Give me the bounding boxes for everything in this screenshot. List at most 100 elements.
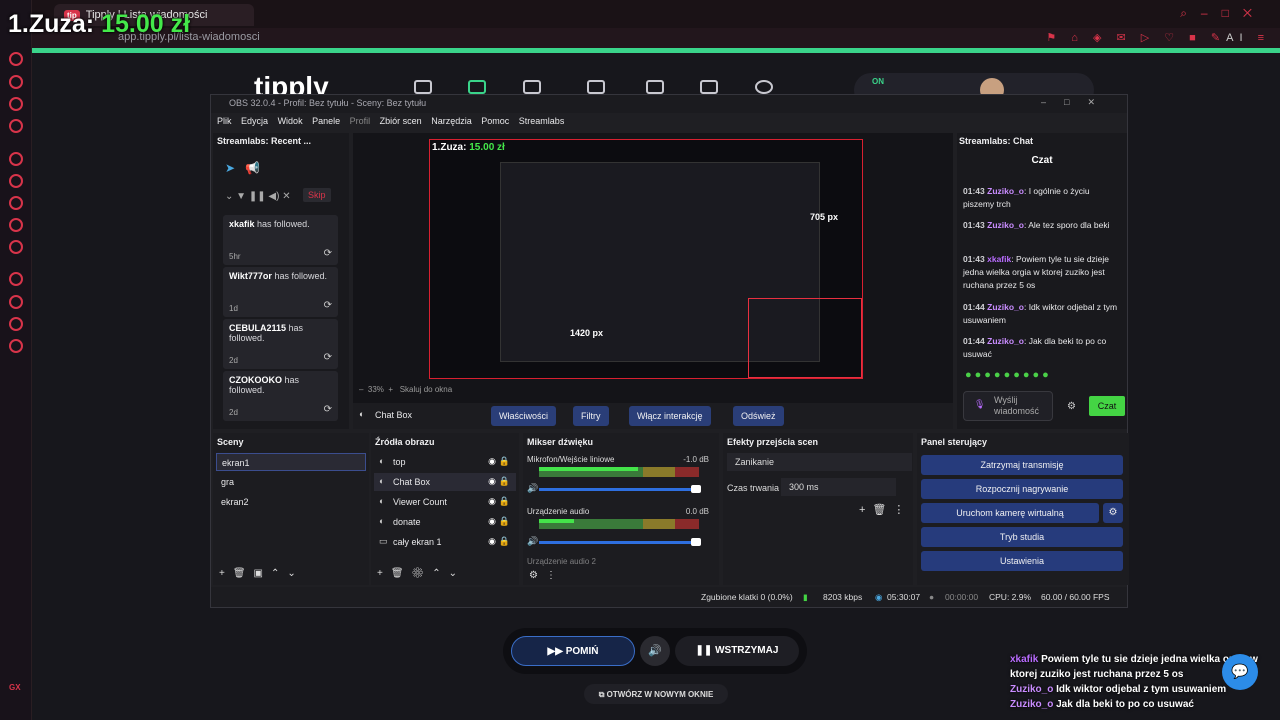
- recent-item[interactable]: Wikt777or has followed. 1d ⟳: [223, 267, 338, 317]
- replay-icon[interactable]: ⟳: [324, 300, 332, 311]
- scene-canvas[interactable]: 1.Zuza: 15.00 zł 1420 px 705 px: [429, 139, 863, 379]
- mute-icon[interactable]: ✕: [282, 191, 290, 202]
- volume-button[interactable]: 🔊: [640, 636, 670, 666]
- speaker-icon[interactable]: 🔊: [527, 536, 538, 547]
- replay-icon[interactable]: ⟳: [324, 248, 332, 259]
- chat-user[interactable]: Zuziko_o: [987, 336, 1024, 346]
- scene-item[interactable]: ekran1: [216, 453, 366, 471]
- replay-icon[interactable]: ⟳: [324, 404, 332, 415]
- emote-bar[interactable]: ●●●●●●●●●: [965, 369, 1052, 381]
- menu-streamlabs[interactable]: Streamlabs: [519, 116, 565, 126]
- speaker-icon[interactable]: 🔊: [527, 483, 538, 494]
- instagram-icon[interactable]: [9, 218, 23, 232]
- menu-plik[interactable]: Plik: [217, 116, 232, 126]
- messenger-icon[interactable]: [9, 174, 23, 188]
- settings-icon[interactable]: [9, 339, 23, 353]
- source-item[interactable]: ▭ cały ekran 1 ◉ 🔒: [374, 533, 516, 551]
- scene-item[interactable]: ekran2: [216, 493, 366, 511]
- messages-nav-icon[interactable]: [468, 80, 486, 94]
- settings-button[interactable]: Ustawienia: [921, 551, 1123, 571]
- chat-settings-icon[interactable]: ⚙: [1067, 401, 1076, 412]
- eye-icon[interactable]: ◉: [488, 536, 496, 547]
- discord-icon[interactable]: [9, 240, 23, 254]
- lock-icon[interactable]: 🔒: [499, 516, 510, 527]
- twitch-icon[interactable]: [9, 97, 23, 111]
- lock-icon[interactable]: 🔒: [499, 456, 510, 467]
- skip-button[interactable]: Skip: [303, 188, 331, 202]
- transition-select[interactable]: Zanikanie: [727, 453, 912, 471]
- scale-select[interactable]: Skaluj do okna: [400, 385, 452, 394]
- edit-nav-icon[interactable]: [587, 80, 605, 94]
- megaphone-icon[interactable]: 📢: [245, 161, 260, 175]
- live-status-badge[interactable]: ON: [872, 77, 884, 86]
- lock-icon[interactable]: 🔒: [499, 536, 510, 547]
- skip-alert-button[interactable]: ▶▶ POMIŃ: [511, 636, 635, 666]
- chat-user[interactable]: Zuziko_o: [987, 220, 1024, 230]
- transition-toolbar[interactable]: +🗑⋮: [859, 503, 911, 516]
- filters-button[interactable]: Filtry: [573, 406, 609, 426]
- lock-icon[interactable]: 🔒: [499, 496, 510, 507]
- open-new-window-button[interactable]: ⧉ OTWÓRZ W NOWYM OKNIE: [584, 684, 728, 704]
- eye-icon[interactable]: ◉: [488, 456, 496, 467]
- obs-window-controls[interactable]: –□✕: [1041, 97, 1113, 108]
- recent-item[interactable]: CZOKOOKO has followed. 2d ⟳: [223, 371, 338, 421]
- virtual-camera-button[interactable]: Uruchom kamerę wirtualną: [921, 503, 1099, 523]
- history-icon[interactable]: [9, 295, 23, 309]
- menu-edycja[interactable]: Edycja: [241, 116, 268, 126]
- send-icon[interactable]: ➤: [225, 161, 235, 175]
- source-item[interactable]: ◐ donate ◉ 🔒: [374, 513, 516, 531]
- studio-mode-button[interactable]: Tryb studia: [921, 527, 1123, 547]
- stop-stream-button[interactable]: Zatrzymaj transmisję: [921, 455, 1123, 475]
- menu-zbior-scen[interactable]: Zbiór scen: [380, 116, 422, 126]
- chevron-down-icon[interactable]: ⌄: [225, 191, 233, 202]
- virtual-camera-settings-icon[interactable]: ⚙: [1103, 503, 1123, 523]
- menu-narzedzia[interactable]: Narzędzia: [431, 116, 472, 126]
- home-icon[interactable]: [9, 52, 23, 66]
- support-chat-icon[interactable]: 💬: [1222, 654, 1258, 690]
- volume-icon[interactable]: ◀): [268, 191, 279, 202]
- duration-field[interactable]: 300 ms: [781, 478, 896, 496]
- refresh-button[interactable]: Odśwież: [733, 406, 784, 426]
- eye-icon[interactable]: ◉: [488, 516, 496, 527]
- sources-toolbar[interactable]: +🗑⚙⌃⌄: [377, 568, 465, 579]
- list-nav-icon[interactable]: [646, 80, 664, 94]
- wallet-nav-icon[interactable]: [523, 80, 541, 94]
- window-nav-icon[interactable]: [700, 80, 718, 94]
- lock-icon[interactable]: 🔒: [499, 476, 510, 487]
- recent-item[interactable]: xkafik has followed. 5hr ⟳: [223, 215, 338, 265]
- mail-icon[interactable]: [9, 119, 23, 133]
- volume-slider[interactable]: [539, 485, 701, 493]
- scenes-toolbar[interactable]: +🗑▣⌃⌄: [219, 568, 304, 579]
- mixer-toolbar[interactable]: ⚙⋮: [529, 570, 564, 581]
- replay-icon[interactable]: ⟳: [324, 352, 332, 363]
- filter-icon[interactable]: ▼: [236, 191, 246, 202]
- chat-send-button[interactable]: Czat: [1089, 396, 1125, 416]
- start-recording-button[interactable]: Rozpocznij nagrywanie: [921, 479, 1123, 499]
- pause-icon[interactable]: ❚❚: [249, 191, 266, 202]
- home-nav-icon[interactable]: [414, 80, 432, 94]
- twitch-sidebar-icon[interactable]: [9, 152, 23, 166]
- interact-button[interactable]: Włącz interakcję: [629, 406, 711, 426]
- recent-item[interactable]: CEBULA2115 has followed. 2d ⟳: [223, 319, 338, 369]
- whatsapp-icon[interactable]: [9, 196, 23, 210]
- chat-user[interactable]: Zuziko_o: [987, 186, 1024, 196]
- menu-profil[interactable]: Profil: [350, 116, 371, 126]
- volume-slider[interactable]: [539, 538, 701, 546]
- extensions-icon[interactable]: [9, 317, 23, 331]
- player-icon[interactable]: [9, 272, 23, 286]
- slider-knob[interactable]: [691, 485, 701, 493]
- eye-icon[interactable]: ◉: [488, 476, 496, 487]
- menu-widok[interactable]: Widok: [278, 116, 303, 126]
- source-item[interactable]: ◐ Viewer Count ◉ 🔒: [374, 493, 516, 511]
- star-nav-icon[interactable]: [755, 80, 773, 94]
- pause-alerts-button[interactable]: ❚❚ WSTRZYMAJ: [675, 636, 799, 666]
- recent-tabs[interactable]: ➤ 📢: [225, 161, 260, 175]
- eye-icon[interactable]: ◉: [488, 496, 496, 507]
- chat-user[interactable]: Zuziko_o: [987, 302, 1024, 312]
- menu-panele[interactable]: Panele: [312, 116, 340, 126]
- zoom-level[interactable]: 33%: [368, 385, 384, 394]
- selected-source-bounds[interactable]: [748, 298, 862, 378]
- scene-item[interactable]: gra: [216, 473, 366, 491]
- menu-pomoc[interactable]: Pomoc: [481, 116, 509, 126]
- obs-preview[interactable]: 1.Zuza: 15.00 zł 1420 px 705 px – 33% + …: [353, 133, 953, 403]
